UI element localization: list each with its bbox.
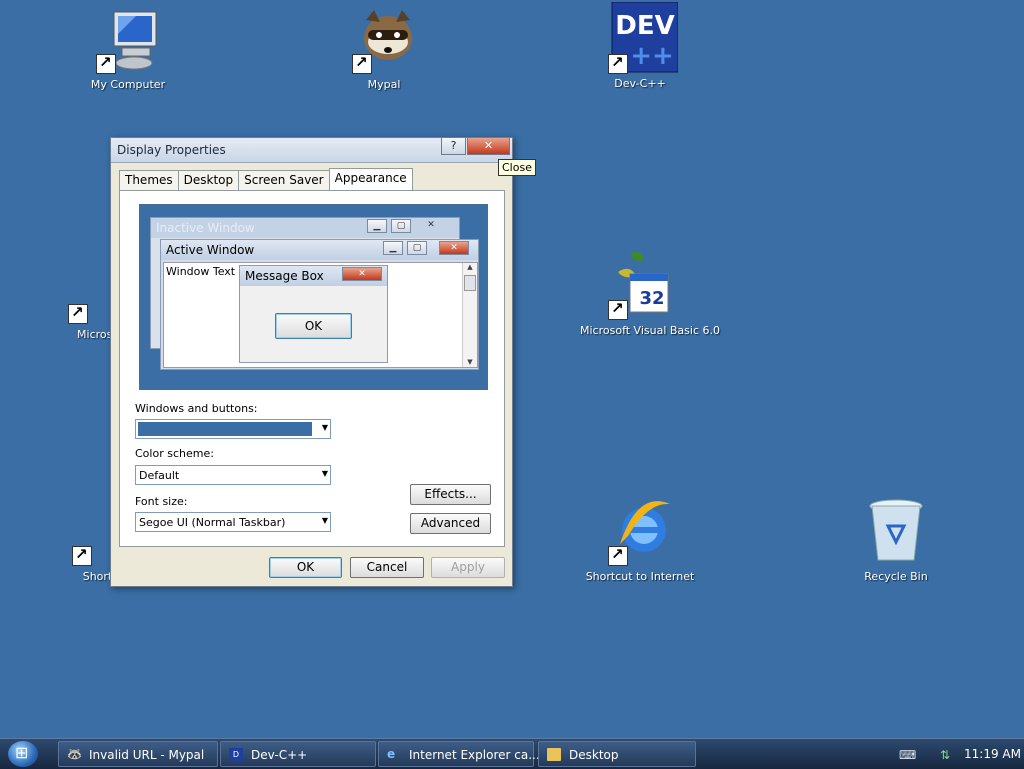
scroll-up-icon: ▲ [467, 263, 473, 271]
taskbar-item-label: Dev-C++ [251, 748, 308, 762]
windows-buttons-select[interactable]: ▼ [135, 419, 331, 439]
style-swatch [138, 422, 312, 436]
desktop-icon-label: Shortcut to Internet [585, 570, 695, 583]
tab-strip: Themes Desktop Screen Saver Appearance [119, 168, 413, 192]
tab-themes[interactable]: Themes [119, 170, 179, 191]
appearance-preview: Inactive Window ▁ ▢ ✕ Active Window ▁ ▢ … [139, 204, 488, 390]
shortcut-arrow-icon [608, 53, 628, 74]
tab-appearance[interactable]: Appearance [328, 168, 413, 192]
devcpp-logo-text: DEV [615, 11, 674, 41]
ie-icon [608, 496, 672, 566]
desktop-icon-recycle-bin[interactable]: Recycle Bin [836, 496, 956, 583]
preview-message-box: Message Box ✕ OK [239, 265, 388, 363]
minimize-icon: ▁ [367, 219, 387, 233]
dropdown-arrow-icon: ▼ [321, 516, 328, 525]
dialog-title: Display Properties [117, 143, 226, 157]
network-icon[interactable]: ⇅ [940, 748, 950, 762]
shortcut-arrow-icon [68, 303, 88, 324]
taskbar-item-devcpp[interactable]: D Dev-C++ [220, 741, 376, 767]
preview-scrollbar: ▲ ▼ [462, 263, 477, 367]
desktop-icon-label: Dev-C++ [614, 77, 666, 90]
svg-text:++: ++ [630, 41, 674, 71]
close-icon: ✕ [427, 220, 435, 230]
advanced-button[interactable]: Advanced [410, 513, 491, 534]
computer-icon [96, 8, 160, 74]
shortcut-arrow-icon [608, 299, 628, 320]
maximize-icon: ▢ [391, 219, 411, 233]
desktop-icon-vb6[interactable]: 32 Microsoft Visual Basic 6.0 [580, 250, 721, 337]
tab-desktop[interactable]: Desktop [177, 170, 240, 191]
scroll-thumb [464, 275, 476, 291]
desktop-icon-devcpp[interactable]: DEV ++ Dev-C++ [580, 1, 700, 90]
apply-button[interactable]: Apply [431, 557, 505, 578]
taskbar: 🦝 Invalid URL - Mypal D Dev-C++ e Intern… [0, 738, 1024, 769]
desktop-icon-label: Mypal [367, 78, 401, 91]
taskbar-item-mypal[interactable]: 🦝 Invalid URL - Mypal [58, 741, 218, 767]
desktop-icon-my-computer[interactable]: My Computer [68, 8, 188, 91]
display-properties-dialog: Display Properties ? ✕ Themes Desktop Sc… [110, 137, 513, 587]
keyboard-icon[interactable]: ⌨ [899, 748, 916, 762]
scroll-down-icon: ▼ [467, 358, 473, 366]
taskbar-item-label: Desktop [569, 748, 619, 762]
preview-ok-button: OK [275, 313, 352, 339]
preview-window-text: Window Text [166, 265, 236, 278]
font-size-value: Segoe UI (Normal Taskbar) [139, 516, 286, 529]
close-tooltip: Close [498, 159, 536, 176]
vb6-badge: 32 [639, 288, 664, 309]
ok-button[interactable]: OK [269, 557, 342, 578]
help-button[interactable]: ? [441, 138, 466, 155]
dialog-title-bar[interactable]: Display Properties ? ✕ [111, 138, 512, 163]
dropdown-arrow-icon: ▼ [321, 469, 328, 478]
close-icon: ✕ [439, 241, 469, 255]
ie-icon: e [387, 747, 396, 761]
vb6-icon: 32 [608, 250, 672, 320]
desktop-icon-mypal[interactable]: Mypal [324, 8, 444, 91]
clock[interactable]: 11:19 AM [964, 747, 1021, 761]
taskbar-item-label: Invalid URL - Mypal [89, 748, 205, 762]
color-scheme-value: Default [139, 469, 180, 482]
minimize-icon: ▁ [383, 241, 403, 255]
cancel-button[interactable]: Cancel [350, 557, 424, 578]
effects-button[interactable]: Effects... [410, 484, 491, 505]
preview-inactive-title: Inactive Window [156, 221, 255, 235]
shortcut-arrow-icon [72, 545, 92, 566]
desktop-icon-label: My Computer [90, 78, 166, 91]
appearance-panel: Inactive Window ▁ ▢ ✕ Active Window ▁ ▢ … [119, 190, 505, 547]
close-button[interactable]: ✕ [467, 138, 510, 155]
color-scheme-select[interactable]: Default ▼ [135, 465, 331, 485]
maximize-icon: ▢ [407, 241, 427, 255]
windows-buttons-label: Windows and buttons: [135, 402, 258, 415]
dialog-body: Themes Desktop Screen Saver Appearance I… [119, 168, 505, 548]
shortcut-arrow-icon [352, 53, 372, 74]
taskbar-item-internet-explorer[interactable]: e Internet Explorer ca... [378, 741, 540, 767]
desktop-icon-internet[interactable]: Shortcut to Internet [580, 496, 700, 583]
taskbar-item-desktop[interactable]: Desktop [538, 741, 696, 767]
preview-active-title: Active Window [166, 243, 255, 257]
font-size-label: Font size: [135, 495, 188, 508]
recycle-bin-icon [864, 496, 928, 566]
close-icon: ✕ [342, 267, 382, 281]
raccoon-icon [352, 8, 416, 74]
devcpp-icon: DEV ++ [608, 1, 679, 74]
desktop-icon-label: Recycle Bin [864, 570, 928, 583]
folder-icon [547, 748, 561, 761]
tab-screen-saver[interactable]: Screen Saver [238, 170, 330, 191]
dropdown-arrow-icon: ▼ [321, 423, 328, 432]
desktop-icon-label: Microsoft Visual Basic 6.0 [580, 324, 721, 337]
shortcut-arrow-icon [96, 53, 116, 74]
font-size-select[interactable]: Segoe UI (Normal Taskbar) ▼ [135, 512, 331, 532]
taskbar-item-label: Internet Explorer ca... [409, 748, 540, 762]
start-button[interactable] [8, 741, 38, 767]
preview-message-box-title: Message Box [245, 269, 324, 283]
mypal-icon: 🦝 [67, 747, 82, 761]
shortcut-arrow-icon [608, 545, 628, 566]
devcpp-icon: D [229, 748, 243, 761]
color-scheme-label: Color scheme: [135, 447, 214, 460]
